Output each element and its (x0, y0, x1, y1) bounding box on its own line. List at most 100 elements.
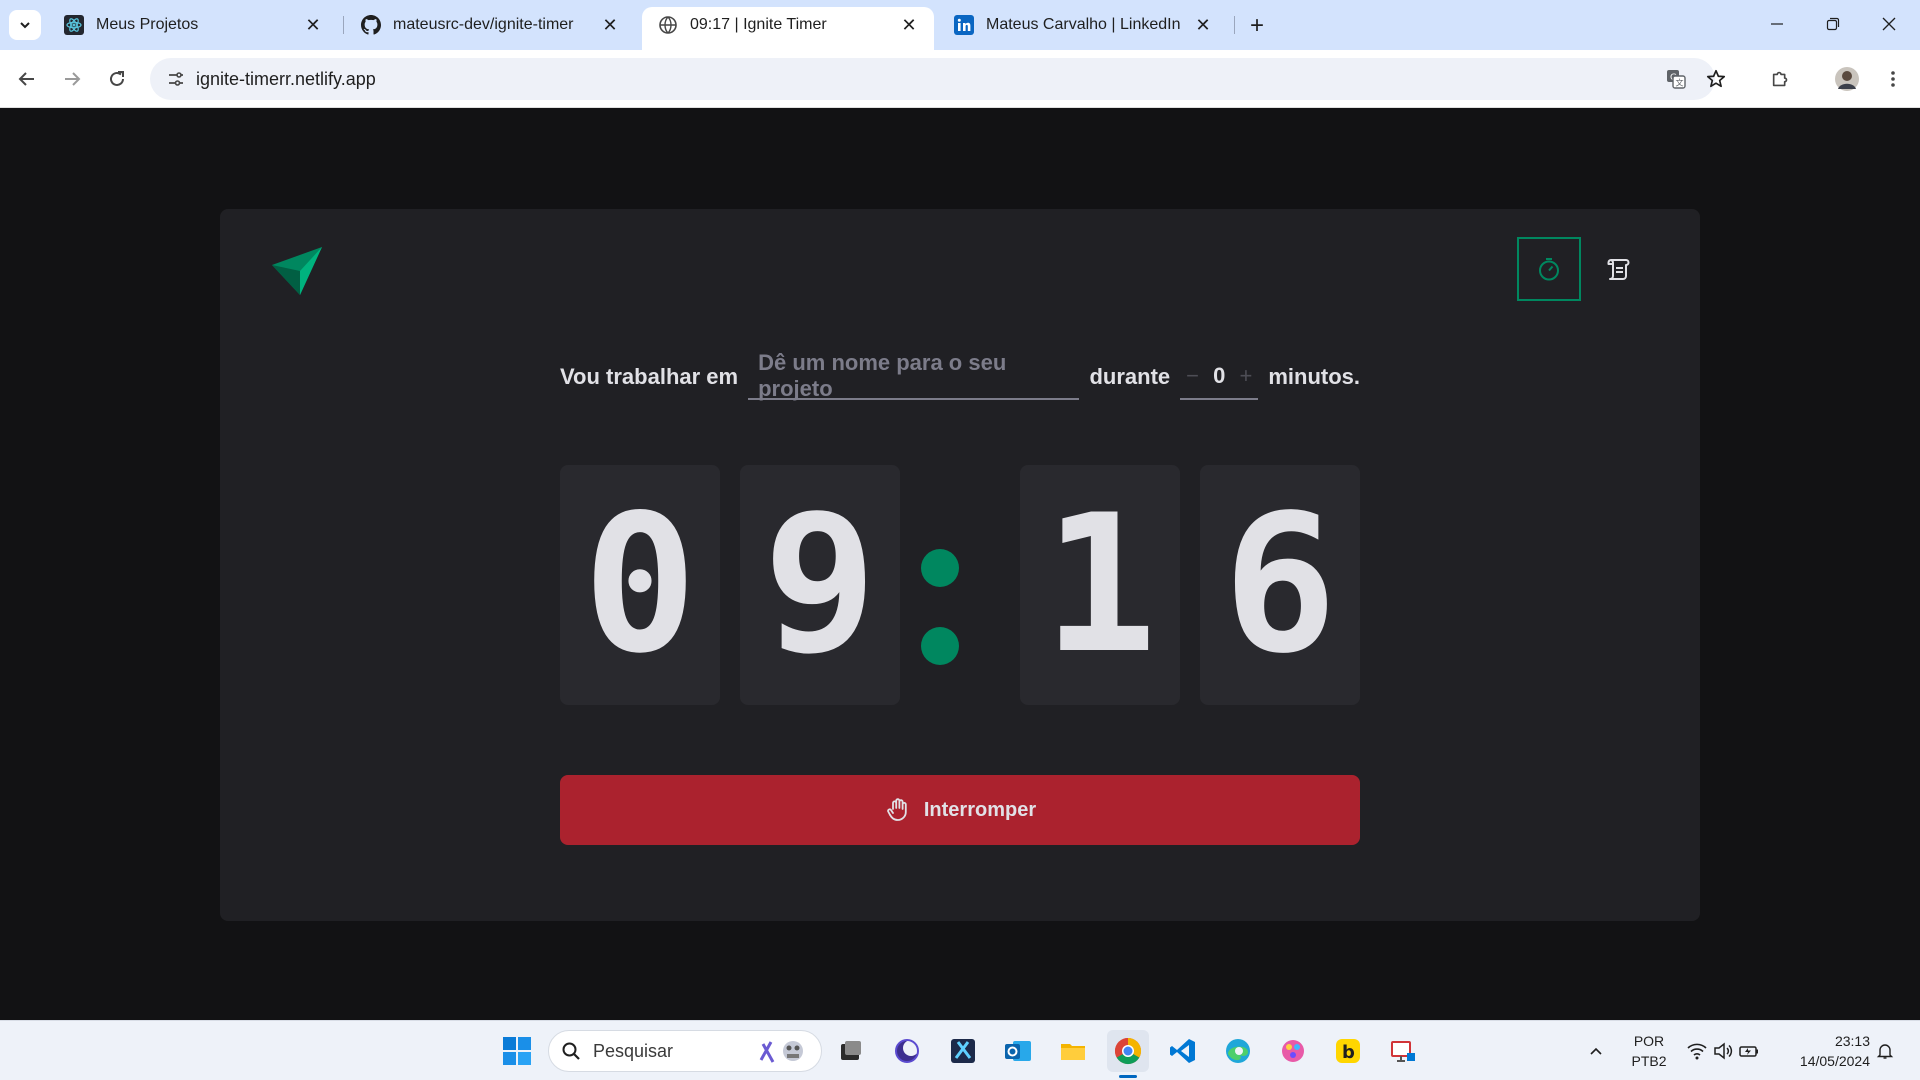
windows-logo-icon (503, 1037, 531, 1065)
minutes-label: minutos. (1268, 364, 1360, 389)
minutes-amount-input[interactable]: − 0 + (1180, 354, 1259, 400)
paint-app-icon[interactable] (1272, 1030, 1314, 1072)
task-label: Vou trabalhar em (560, 364, 739, 389)
extensions-button[interactable] (1764, 62, 1798, 96)
chevron-down-icon (20, 22, 30, 29)
chevron-up-icon (1590, 1047, 1602, 1055)
timer-nav-button[interactable] (1517, 237, 1581, 301)
svg-text:文: 文 (1676, 78, 1684, 88)
back-button[interactable] (10, 62, 44, 96)
snipping-tool-icon[interactable] (942, 1030, 984, 1072)
scroll-icon (1607, 259, 1630, 280)
interrupt-button-label: Interromper (923, 798, 1037, 821)
task-view-icon[interactable] (830, 1030, 872, 1072)
address-bar[interactable]: ignite-timerr.netlify.app G文 (150, 58, 1726, 100)
minimize-button[interactable] (1754, 8, 1800, 40)
minimize-icon (1771, 23, 1783, 25)
browser-tab-bar: Meus Projetos ✕ mateusrc-dev/ignite-time… (0, 0, 1920, 50)
reload-icon (110, 71, 124, 86)
restore-icon (1826, 17, 1840, 31)
tab-divider (343, 16, 344, 34)
system-tray-status[interactable] (1686, 1021, 1766, 1080)
countdown-container: 0 9 1 6 (560, 465, 1360, 705)
profile-avatar[interactable] (1830, 62, 1864, 96)
bell-icon (1876, 1044, 1894, 1059)
puzzle-icon (1772, 71, 1788, 87)
interrupt-button[interactable]: Interromper (560, 775, 1360, 845)
github-icon (361, 15, 381, 35)
windows-taskbar: Pesquisar b POR PTB2 23:13 14/05/2024 (0, 1020, 1920, 1080)
taskbar-search[interactable]: Pesquisar (548, 1030, 822, 1072)
react-icon (64, 15, 84, 35)
app-container: Vou trabalhar em Dê um nome para o seu p… (220, 209, 1700, 921)
during-label: durante (1089, 364, 1171, 389)
task-placeholder: Dê um nome para o seu projeto (758, 350, 1007, 401)
tab-linkedin[interactable]: Mateus Carvalho | LinkedIn ✕ (938, 7, 1228, 43)
minutes-value: 0 (1213, 363, 1226, 388)
tab-meus-projetos[interactable]: Meus Projetos ✕ (48, 7, 338, 43)
close-tab-icon[interactable]: ✕ (1192, 14, 1214, 36)
new-tab-button[interactable]: + (1243, 12, 1271, 40)
ignite-logo[interactable] (270, 243, 324, 297)
arrow-right-icon (65, 72, 81, 86)
close-tab-icon[interactable]: ✕ (599, 14, 621, 36)
bookmark-star-icon[interactable] (1700, 63, 1732, 95)
separator-dot (921, 627, 959, 665)
more-vertical-icon (1891, 71, 1895, 87)
tab-title: Mateus Carvalho | LinkedIn (986, 16, 1181, 33)
hand-palm-icon (884, 796, 912, 824)
history-nav-button[interactable] (1586, 237, 1650, 301)
linkedin-icon (954, 15, 974, 35)
file-explorer-icon[interactable] (1052, 1030, 1094, 1072)
input-language-indicator[interactable]: POR PTB2 (1618, 1031, 1680, 1071)
tab-github[interactable]: mateusrc-dev/ignite-timer ✕ (345, 7, 635, 43)
tab-ignite-timer[interactable]: 09:17 | Ignite Timer ✕ (642, 7, 934, 50)
plus-icon[interactable]: + (1239, 363, 1252, 389)
seconds-tens-digit: 1 (1020, 465, 1180, 705)
svg-text:b: b (1342, 1042, 1355, 1063)
app-moon-icon[interactable] (886, 1030, 928, 1072)
reload-button[interactable] (100, 62, 134, 96)
site-settings-icon[interactable] (160, 63, 192, 95)
battery-icon (1739, 1046, 1758, 1057)
close-icon (1882, 17, 1896, 31)
search-highlight-icon (759, 1041, 803, 1063)
chrome-icon[interactable] (1107, 1030, 1149, 1072)
task-form: Vou trabalhar em Dê um nome para o seu p… (560, 349, 1360, 405)
globe-icon (658, 15, 678, 35)
language-code: POR (1633, 1033, 1665, 1049)
minus-icon[interactable]: − (1186, 363, 1199, 389)
countdown-separator (900, 465, 980, 705)
clock-time: 23:13 (1834, 1033, 1870, 1049)
translate-icon[interactable]: G文 (1660, 63, 1692, 95)
close-tab-icon[interactable]: ✕ (302, 14, 324, 36)
system-clock[interactable]: 23:13 14/05/2024 (1770, 1031, 1870, 1071)
edge-icon[interactable] (1217, 1030, 1259, 1072)
url-text: ignite-timerr.netlify.app (196, 69, 376, 89)
tab-divider (1234, 16, 1235, 34)
vscode-icon[interactable] (1162, 1030, 1204, 1072)
close-window-button[interactable] (1866, 8, 1912, 40)
browser-toolbar: ignite-timerr.netlify.app G文 (0, 50, 1920, 108)
close-tab-icon[interactable]: ✕ (898, 14, 920, 36)
remote-app-icon[interactable] (1382, 1030, 1424, 1072)
seconds-ones-digit: 6 (1200, 465, 1360, 705)
restore-button[interactable] (1810, 8, 1856, 40)
outlook-icon[interactable] (997, 1030, 1039, 1072)
tab-title: Meus Projetos (96, 16, 199, 33)
tab-title: 09:17 | Ignite Timer (690, 16, 827, 33)
tab-search-button[interactable] (9, 10, 41, 40)
yellow-app-icon[interactable]: b (1327, 1030, 1369, 1072)
browser-menu-button[interactable] (1876, 62, 1910, 96)
notifications-button[interactable] (1876, 1021, 1906, 1080)
keyboard-layout: PTB2 (1631, 1053, 1667, 1069)
arrow-left-icon (18, 72, 34, 86)
forward-button[interactable] (55, 62, 89, 96)
task-name-input[interactable]: Dê um nome para o seu projeto (748, 350, 1080, 401)
separator-dot (921, 549, 959, 587)
timer-icon (1539, 258, 1559, 281)
tab-title: mateusrc-dev/ignite-timer (393, 16, 574, 33)
active-app-indicator (1119, 1075, 1137, 1078)
start-button[interactable] (496, 1030, 538, 1072)
show-hidden-icons-button[interactable] (1588, 1021, 1614, 1080)
